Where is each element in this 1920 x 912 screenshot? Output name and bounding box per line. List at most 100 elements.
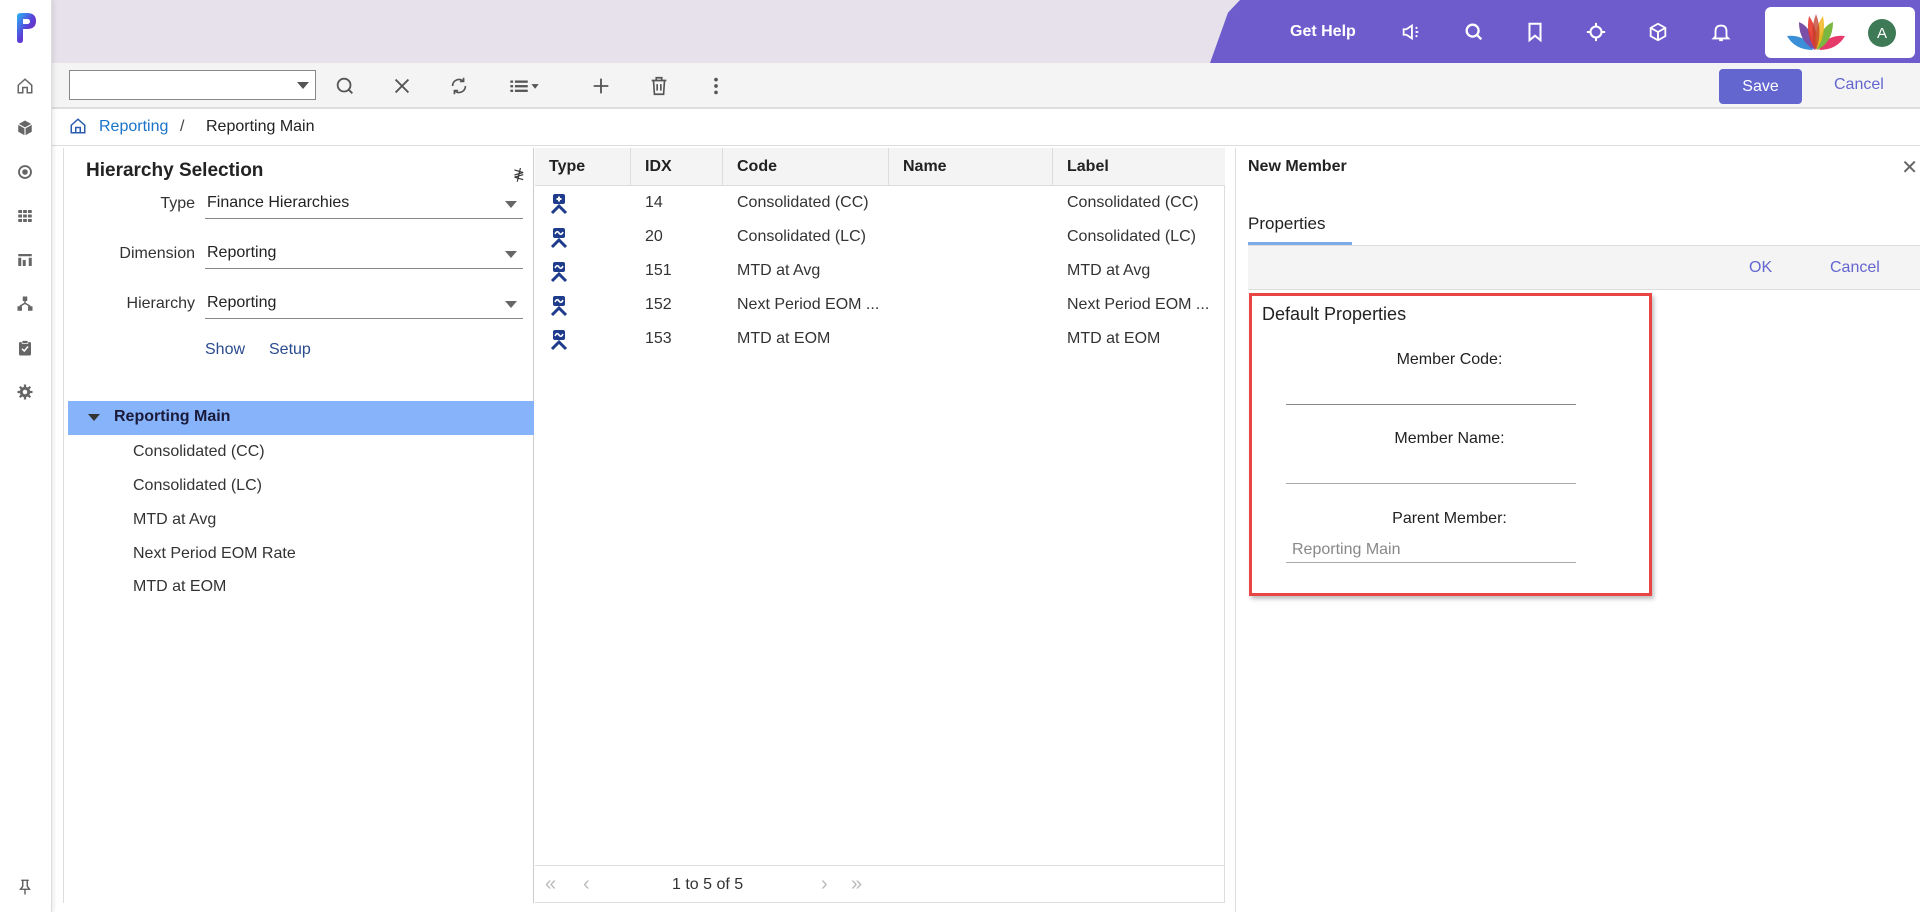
home-icon[interactable] xyxy=(14,75,36,97)
pin-icon[interactable] xyxy=(14,876,36,898)
save-button[interactable]: Save xyxy=(1719,69,1802,104)
report-icon[interactable] xyxy=(14,249,36,271)
default-properties-section: Default Properties Member Code: Member N… xyxy=(1249,293,1652,596)
announcement-icon[interactable] xyxy=(1398,19,1424,45)
last-page-button[interactable]: » xyxy=(851,873,862,896)
user-avatar[interactable]: A xyxy=(1868,19,1896,47)
clipboard-icon[interactable] xyxy=(14,337,36,359)
toolbar-select[interactable] xyxy=(69,70,316,100)
column-header-type[interactable]: Type xyxy=(535,148,631,186)
type-dropdown[interactable]: Finance Hierarchies xyxy=(205,191,523,219)
cell-label: Consolidated (CC) xyxy=(1067,194,1199,211)
panel-title: Hierarchy Selection xyxy=(86,160,264,181)
member-code-input[interactable] xyxy=(1286,379,1576,405)
members-grid: Type IDX Code Name Label 14 Consolidated … xyxy=(535,148,1225,903)
tree-item[interactable]: MTD at EOM xyxy=(133,578,226,596)
hierarchy-selection-panel: Hierarchy Selection ≹ Type Finance Hiera… xyxy=(63,148,534,903)
column-header-idx[interactable]: IDX xyxy=(631,148,723,186)
breadcrumb-link-reporting[interactable]: Reporting xyxy=(99,118,168,136)
get-help-link[interactable]: Get Help xyxy=(1290,23,1356,41)
left-nav-rail xyxy=(0,0,52,912)
toolbar: Save Cancel xyxy=(52,63,1920,109)
hierarchy-icon[interactable] xyxy=(14,293,36,315)
column-header-code[interactable]: Code xyxy=(723,148,889,186)
consolidation-wave-icon xyxy=(550,228,568,249)
member-name-label: Member Name: xyxy=(1394,430,1505,447)
table-row[interactable]: 153 MTD at EOM MTD at EOM xyxy=(535,323,1225,357)
cancel-button[interactable]: Cancel xyxy=(1834,76,1884,94)
table-row[interactable]: 151 MTD at Avg MTD at Avg xyxy=(535,255,1225,289)
close-icon[interactable]: ✕ xyxy=(1901,155,1918,180)
tree-item[interactable]: Next Period EOM Rate xyxy=(133,545,296,563)
clear-button[interactable] xyxy=(389,73,415,99)
next-page-button[interactable]: › xyxy=(821,873,828,896)
dimension-label: Dimension xyxy=(119,245,195,262)
chevron-down-icon xyxy=(505,201,517,208)
target-icon[interactable] xyxy=(14,161,36,183)
cell-idx: 20 xyxy=(645,228,663,245)
refresh-button[interactable] xyxy=(446,73,472,99)
hierarchy-dropdown[interactable]: Reporting xyxy=(205,291,523,319)
table-row[interactable]: 20 Consolidated (LC) Consolidated (LC) xyxy=(535,221,1225,255)
table-row[interactable]: 152 Next Period EOM ... Next Period EOM ..… xyxy=(535,289,1225,323)
table-row[interactable]: 14 Consolidated (CC) Consolidated (CC) xyxy=(535,187,1225,221)
parent-member-label: Parent Member: xyxy=(1392,510,1507,527)
home-icon[interactable] xyxy=(69,117,87,135)
tree-item[interactable]: Consolidated (LC) xyxy=(133,477,262,495)
bell-icon[interactable] xyxy=(1708,19,1734,45)
delete-button[interactable] xyxy=(646,73,672,99)
parent-member-input[interactable] xyxy=(1286,537,1576,563)
cell-idx: 153 xyxy=(645,330,672,347)
cell-label: Consolidated (LC) xyxy=(1067,228,1196,245)
cube-icon[interactable] xyxy=(14,117,36,139)
section-title: Default Properties xyxy=(1262,304,1407,324)
cancel-button[interactable]: Cancel xyxy=(1830,259,1880,277)
dimension-dropdown[interactable]: Reporting xyxy=(205,241,523,269)
brand-box: A xyxy=(1765,7,1915,58)
app-logo-icon[interactable] xyxy=(14,12,38,44)
panel-title: New Member xyxy=(1248,158,1347,175)
consolidation-wave-icon xyxy=(550,296,568,317)
tree-item[interactable]: Consolidated (CC) xyxy=(133,443,265,461)
bookmark-icon[interactable] xyxy=(1522,19,1548,45)
member-code-label: Member Code: xyxy=(1396,351,1503,368)
tree-node-reporting-main[interactable]: Reporting Main xyxy=(68,401,534,435)
target-icon[interactable] xyxy=(1583,19,1609,45)
brand-logo-icon xyxy=(1787,14,1845,50)
column-header-name[interactable]: Name xyxy=(889,148,1053,186)
expand-caret-icon[interactable] xyxy=(88,414,100,421)
settings-icon[interactable] xyxy=(14,381,36,403)
prev-page-button[interactable]: ‹ xyxy=(583,873,590,896)
grid-icon[interactable] xyxy=(14,205,36,227)
member-name-input[interactable] xyxy=(1286,458,1576,484)
tab-properties[interactable]: Properties xyxy=(1248,214,1352,245)
chevron-down-icon xyxy=(505,251,517,258)
search-icon[interactable] xyxy=(1461,19,1487,45)
cube-icon[interactable] xyxy=(1645,19,1671,45)
chevron-down-icon xyxy=(505,301,517,308)
column-header-label[interactable]: Label xyxy=(1053,148,1225,186)
cell-code: MTD at Avg xyxy=(737,262,821,279)
breadcrumb-current: Reporting Main xyxy=(206,118,315,135)
search-button[interactable] xyxy=(332,73,358,99)
new-member-panel: New Member ✕ Properties OK Cancel Defaul… xyxy=(1235,148,1920,912)
consolidation-wave-icon xyxy=(550,330,568,351)
show-link[interactable]: Show xyxy=(205,341,245,359)
breadcrumb-separator: / xyxy=(180,118,185,135)
collapse-icon[interactable]: ≹ xyxy=(513,166,525,183)
add-button[interactable] xyxy=(588,73,614,99)
setup-link[interactable]: Setup xyxy=(269,341,311,359)
cell-code: MTD at EOM xyxy=(737,330,831,347)
cell-label: MTD at Avg xyxy=(1067,262,1151,279)
grid-header: Type IDX Code Name Label xyxy=(535,148,1225,186)
more-options-button[interactable] xyxy=(703,73,729,99)
cell-idx: 14 xyxy=(645,194,663,211)
cell-label: MTD at EOM xyxy=(1067,330,1161,347)
tree-item[interactable]: MTD at Avg xyxy=(133,511,216,529)
list-view-button[interactable] xyxy=(505,73,545,99)
first-page-button[interactable]: « xyxy=(545,873,556,896)
ok-button[interactable]: OK xyxy=(1749,259,1772,277)
hierarchy-label: Hierarchy xyxy=(126,295,195,312)
cell-label: Next Period EOM ... xyxy=(1067,296,1210,313)
type-label: Type xyxy=(160,195,195,212)
